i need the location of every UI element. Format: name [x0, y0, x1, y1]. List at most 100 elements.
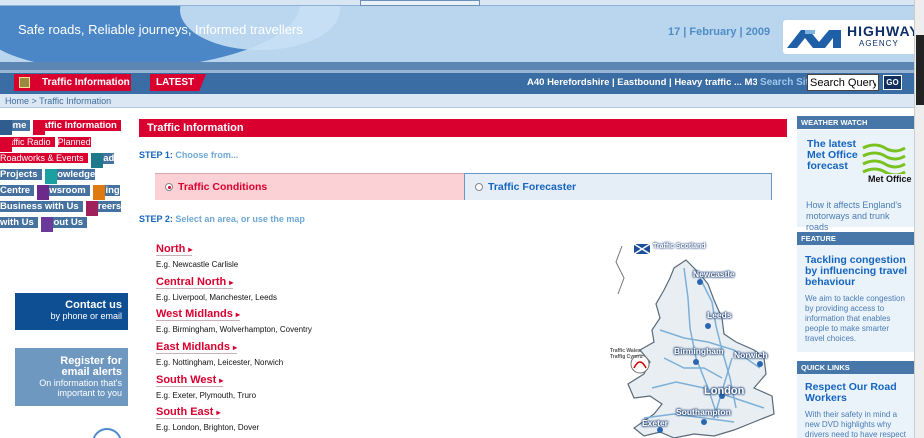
quick-links-panel[interactable]: Respect Our Road Workers With their safe…: [797, 374, 914, 438]
step1-text: Choose from...: [175, 150, 239, 160]
nav-item-traffic-information[interactable]: Traffic Information: [33, 120, 121, 135]
left-navigation: Home Traffic Information Traffic Radio P…: [0, 118, 128, 232]
feature-panel[interactable]: Tackling congestion by influencing trave…: [797, 245, 914, 352]
city-label-exeter[interactable]: Exeter: [642, 418, 668, 428]
nav-item-label: Traffic Information: [33, 120, 117, 131]
arrow-right-icon: ▸: [232, 343, 237, 352]
region-link[interactable]: South East ▸: [156, 406, 221, 419]
region-north: North ▸ E.g. Newcastle Carlisle: [156, 242, 403, 271]
met-office-logo-icon: [862, 143, 906, 174]
register-email-alerts-button[interactable]: Register for email alerts On information…: [15, 348, 128, 406]
region-name: Central North: [156, 276, 227, 288]
nav-color-bar: [90, 153, 103, 168]
feature-title[interactable]: Tackling congestion by influencing trave…: [797, 245, 914, 288]
england-traffic-map[interactable]: Traffic Scotland Traffic Wales Traffig C…: [604, 238, 782, 438]
contact-title: Contact us: [65, 299, 122, 311]
arrow-right-icon: ▸: [229, 278, 234, 287]
traffig-cymru-label[interactable]: Traffig Cymru: [610, 355, 643, 360]
weather-watch-panel[interactable]: The latest Met Office forecast Met Offic…: [797, 130, 914, 232]
region-name: South East: [156, 406, 214, 418]
feature-header: FEATURE: [797, 232, 914, 245]
nav-color-bar: [40, 217, 53, 232]
latest-news-ticker[interactable]: A40 Herefordshire | Eastbound | Heavy tr…: [527, 74, 757, 91]
traffic-tab-label: Traffic Information: [42, 77, 130, 88]
logo-text-agency: AGENCY: [859, 39, 899, 48]
radio-selected-icon[interactable]: [165, 183, 173, 191]
top-nav-bar: Traffic Information LATEST A40 Herefords…: [0, 70, 924, 94]
region-example: E.g. Birmingham, Wolverhampton, Coventry: [156, 325, 312, 334]
step2-text: Select an area, or use the map: [175, 214, 305, 224]
quick-link-description: With their safety in mind a new DVD high…: [805, 410, 906, 438]
region-example: E.g. London, Brighton, Dover: [156, 423, 260, 432]
step1-instruction: STEP 1: Choose from...: [139, 150, 238, 160]
city-label-southampton[interactable]: Southampton: [676, 407, 731, 417]
breadcrumb: Home > Traffic Information: [0, 94, 924, 108]
quick-links-header: QUICK LINKS: [797, 361, 914, 374]
register-subtitle-line1: On information that's: [39, 378, 122, 388]
register-subtitle-line2: important to you: [57, 388, 122, 398]
arrow-right-icon: ▸: [235, 310, 240, 319]
region-link[interactable]: West Midlands ▸: [156, 308, 240, 321]
arrow-right-icon: ▸: [219, 376, 224, 385]
nav-color-bar: [92, 185, 105, 200]
region-example: E.g. Liverpool, Manchester, Leeds: [156, 293, 277, 302]
step2-instruction: STEP 2: Select an area, or use the map: [139, 214, 305, 224]
region-link[interactable]: East Midlands ▸: [156, 341, 237, 354]
nav-item-traffic-radio[interactable]: Traffic Radio: [0, 137, 55, 152]
traffic-mode-selector: Traffic Conditions Traffic Forecaster: [155, 173, 772, 200]
city-label-birmingham[interactable]: Birmingham: [674, 346, 724, 356]
nav-item-home[interactable]: Home: [0, 120, 31, 135]
city-label-newcastle[interactable]: Newcastle: [693, 269, 735, 279]
nav-item-about-us[interactable]: About Us: [40, 217, 88, 232]
register-title-line2: email alerts: [61, 366, 122, 378]
nav-color-bar: [0, 137, 12, 152]
nav-top-edge: [0, 70, 924, 73]
region-west-midlands: West Midlands ▸ E.g. Birmingham, Wolverha…: [156, 307, 403, 336]
feature-description: We aim to tackle congestion by providing…: [805, 294, 905, 343]
nav-color-bar: [85, 201, 98, 216]
scrollbar-thumb[interactable]: [916, 35, 924, 105]
decorative-circle: [92, 428, 122, 438]
highways-logo-icon: [785, 24, 843, 50]
region-example: E.g. Nottingham, Leicester, Norwich: [156, 358, 284, 367]
city-label-norwich[interactable]: Norwich: [734, 350, 768, 360]
site-header: Safe roads, Reliable journeys, Informed …: [0, 0, 924, 70]
nav-item-newsroom[interactable]: Newsroom: [37, 185, 90, 200]
region-link[interactable]: North ▸: [156, 243, 193, 256]
browser-tab[interactable]: [360, 0, 480, 6]
region-example: E.g. Exeter, Plymouth, Truro: [156, 391, 257, 400]
weather-watch-header: WEATHER WATCH: [797, 116, 914, 129]
region-south-east: South East ▸ E.g. London, Brighton, Dover: [156, 405, 403, 434]
radio-unselected-icon[interactable]: [475, 183, 483, 191]
arrow-right-icon: ▸: [188, 245, 193, 254]
city-label-london[interactable]: London: [704, 385, 744, 397]
option-traffic-conditions[interactable]: Traffic Conditions: [155, 173, 464, 200]
option-traffic-forecaster[interactable]: Traffic Forecaster: [464, 173, 772, 200]
page-scrollbar[interactable]: [914, 0, 924, 438]
region-example: E.g. Newcastle Carlisle: [156, 260, 239, 269]
quick-link-title[interactable]: Respect Our Road Workers: [797, 374, 914, 404]
region-name: North: [156, 243, 186, 255]
latest-label: LATEST: [150, 74, 206, 91]
region-name: West Midlands: [156, 308, 233, 320]
weather-effects-link[interactable]: How it affects England's motorways and t…: [806, 200, 914, 233]
nav-color-bar: [33, 120, 46, 135]
contact-us-button[interactable]: Contact us by phone or email: [15, 293, 128, 330]
region-east-midlands: East Midlands ▸ E.g. Nottingham, Leiceste…: [156, 340, 403, 369]
region-link[interactable]: South West ▸: [156, 374, 224, 387]
region-link[interactable]: Central North ▸: [156, 276, 234, 289]
breadcrumb-text[interactable]: Home > Traffic Information: [5, 96, 111, 106]
nav-color-bar: [0, 120, 12, 135]
search-go-button[interactable]: GO: [883, 75, 902, 90]
traffic-information-tab[interactable]: Traffic Information: [14, 74, 131, 91]
search-input[interactable]: [807, 74, 879, 91]
highways-agency-logo[interactable]: HIGHWAYS AGENCY: [783, 20, 924, 54]
logo-text-highways: HIGHWAYS: [847, 23, 924, 39]
arrow-right-icon: ▸: [216, 408, 221, 417]
traffic-scotland-label[interactable]: Traffic Scotland: [653, 243, 706, 250]
city-label-leeds[interactable]: Leeds: [707, 310, 732, 320]
weather-title-line3: forecast: [807, 160, 848, 172]
step1-label: STEP 1:: [139, 150, 173, 160]
weather-title: The latest Met Office forecast: [807, 139, 858, 172]
header-date: 17 | February | 2009: [668, 26, 771, 38]
